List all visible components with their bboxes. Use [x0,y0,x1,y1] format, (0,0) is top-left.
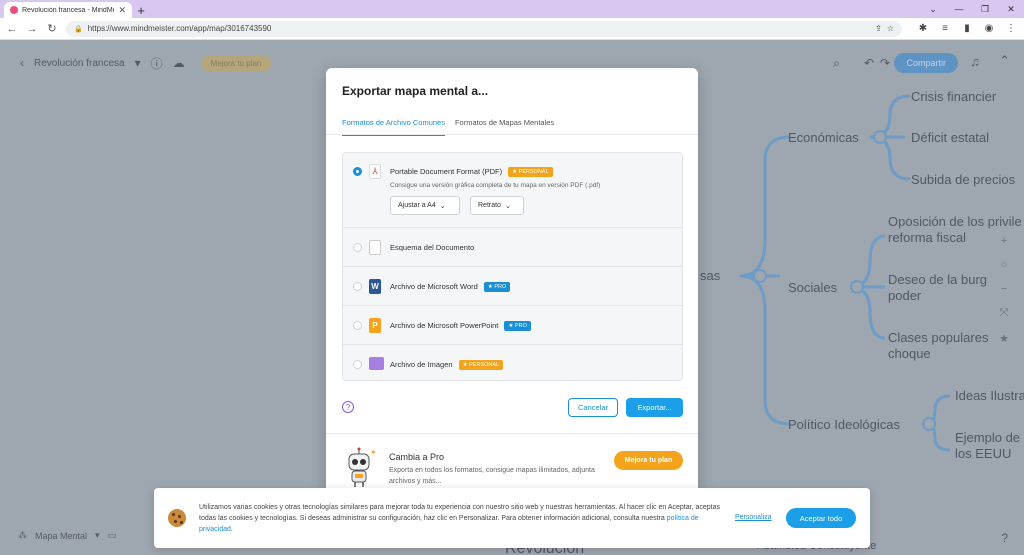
node-clases-2[interactable]: choque [888,346,931,361]
option-word[interactable]: W Archivo de Microsoft Word ★ PRO [343,267,682,306]
cookie-text: Utilizamos varias cookies y otras tecnol… [199,504,720,533]
back-icon[interactable]: ← [6,23,18,35]
promo-title: Cambia a Pro [389,452,445,462]
chevron-down-icon: ⌄ [439,202,446,210]
reload-icon[interactable]: ↻ [46,22,58,35]
star-icon[interactable]: ☆ [887,24,894,33]
branch-economicas[interactable]: Económicas [788,130,859,145]
lightbulb-icon: ✦ [370,448,377,457]
lock-icon: 🔒 [74,25,83,33]
node-deseo-2[interactable]: poder [888,288,921,303]
help-icon[interactable]: ? [342,401,354,413]
branch-sociales[interactable]: Sociales [788,280,837,295]
url-text: https://www.mindmeister.com/app/map/3016… [87,24,272,33]
badge-pro: ★ PRO [504,321,531,332]
badge-personal: ★ PERSONAL [458,360,504,371]
accept-all-button[interactable]: Aceptar todo [786,508,856,528]
sidepanel-icon[interactable]: ▮ [960,23,974,34]
fit-select[interactable]: Ajustar a A4 ⌄ [390,196,460,215]
option-pdf-label: Portable Document Format (PDF) [390,167,503,176]
node-deseo[interactable]: Deseo de la burg [888,272,987,287]
minimize-icon[interactable]: — [946,0,972,18]
badge-pro: ★ PRO [483,282,511,293]
export-dialog: Exportar mapa mental a... Formatos de Ar… [326,68,698,498]
zoom-out-icon[interactable]: − [1001,283,1007,295]
radio-image[interactable] [353,360,362,369]
browser-tab-bar: Revolución francesa - MindMeis... ✕ + ⌄ … [0,0,1024,18]
window-controls: ⌄ — ❐ ✕ [920,0,1024,18]
close-tab-icon[interactable]: ✕ [118,5,126,16]
playlist-icon[interactable]: ≡ [938,23,952,34]
tab-title: Revolución francesa - MindMeis... [22,6,114,14]
restore-icon[interactable]: ❐ [972,0,998,18]
badge-personal: ★ PERSONAL [508,167,553,178]
branch-politico[interactable]: Político Ideológicas [788,417,900,432]
node-ejemplo-2[interactable]: los EEUU [955,446,1011,461]
word-file-icon: W [369,279,381,294]
view-mode-selector[interactable]: Mapa Mental [35,531,87,541]
powerpoint-file-icon: P [369,318,381,333]
new-tab-icon[interactable]: + [132,2,150,18]
cookie-banner: Utilizamos varias cookies y otras tecnol… [154,488,870,548]
cookie-icon [168,509,186,527]
url-field[interactable]: 🔒 https://www.mindmeister.com/app/map/30… [66,20,902,37]
address-bar: ← → ↻ 🔒 https://www.mindmeister.com/app/… [0,18,1024,40]
option-pdf-desc: Consigue una versión gráfica completa de… [390,182,601,189]
export-button[interactable]: Exportar... [626,398,683,417]
bottom-toolbar: ⁂ Mapa Mental ▾ ▭ [18,530,116,541]
share-page-icon[interactable]: ⇪ [875,24,882,33]
option-pdf[interactable]: ⅄ Portable Document Format (PDF) ★ PERSO… [343,153,682,228]
node-deficit[interactable]: Déficit estatal [911,130,989,145]
node-subida[interactable]: Subida de precios [911,172,1015,187]
radio-powerpoint[interactable] [353,321,362,330]
browser-tab[interactable]: Revolución francesa - MindMeis... ✕ [4,2,132,18]
option-image-label: Archivo de Imagen [390,360,453,369]
help-icon[interactable]: ? [1001,531,1008,545]
radio-pdf[interactable] [353,167,362,176]
cancel-button[interactable]: Cancelar [568,398,618,417]
option-outline-label: Esquema del Documento [390,243,475,252]
node-clases[interactable]: Clases populares [888,330,988,345]
chevron-down-icon: ⌄ [504,202,511,210]
theme-icon[interactable]: ★ [999,332,1009,345]
node-ideas[interactable]: Ideas Ilustra [955,388,1024,403]
option-powerpoint-label: Archivo de Microsoft PowerPoint [390,321,499,330]
mindmap-mode-icon: ⁂ [18,530,27,540]
zoom-level-icon[interactable]: ○ [1001,259,1008,271]
extensions-icon[interactable]: ✱ [916,23,930,34]
side-toolbar: + ○ − ⤧ ★ [992,235,1016,345]
option-outline[interactable]: Esquema del Documento [343,228,682,267]
menu-icon[interactable]: ⋮ [1004,23,1018,34]
close-window-icon[interactable]: ✕ [998,0,1024,18]
format-options-list: ⅄ Portable Document Format (PDF) ★ PERSO… [342,152,683,381]
option-word-label: Archivo de Microsoft Word [390,282,478,291]
radio-outline[interactable] [353,243,362,252]
node-ejemplo[interactable]: Ejemplo de [955,430,1020,445]
node-crisis[interactable]: Crisis financier [911,89,996,104]
personalize-link[interactable]: Personaliza [735,514,772,521]
option-powerpoint[interactable]: P Archivo de Microsoft PowerPoint ★ PRO [343,306,682,345]
fit-screen-icon[interactable]: ⤧ [1000,307,1009,320]
orientation-select[interactable]: Retrato ⌄ [470,196,524,215]
promo-desc: Exporta en todos los formatos, consigue … [389,467,595,485]
mindmeister-favicon-icon [10,6,18,14]
dialog-title: Exportar mapa mental a... [342,84,489,98]
chevron-down-icon[interactable]: ▾ [95,530,100,541]
node-oposicion-2[interactable]: reforma fiscal [888,230,966,245]
pdf-file-icon: ⅄ [369,164,381,179]
option-image[interactable]: Archivo de Imagen ★ PERSONAL [343,345,682,384]
presentation-icon[interactable]: ▭ [108,530,117,541]
chevron-down-icon[interactable]: ⌄ [920,0,946,18]
profile-icon[interactable]: ◉ [982,23,996,34]
node-oposicion[interactable]: Oposición de los privile [888,214,1022,229]
forward-icon[interactable]: → [26,23,38,35]
image-file-icon [369,357,384,370]
central-node-partial[interactable]: sas [700,268,720,283]
zoom-in-icon[interactable]: + [1001,235,1007,247]
radio-word[interactable] [353,282,362,291]
document-file-icon [369,240,381,255]
upgrade-button[interactable]: Mejora tu plan [614,451,683,470]
